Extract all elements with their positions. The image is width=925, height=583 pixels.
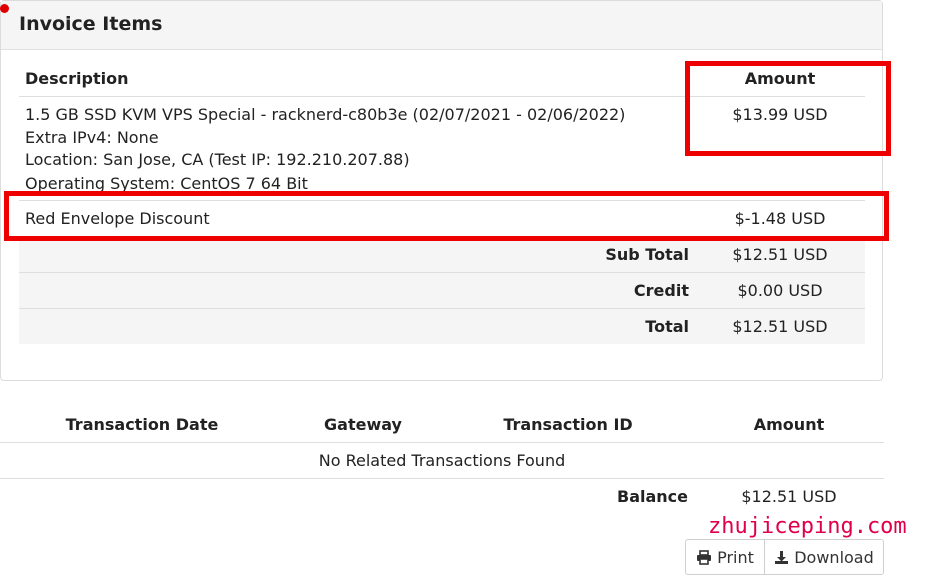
col-amount-header: Amount	[753, 415, 825, 434]
total-label: Total	[645, 317, 689, 336]
subtotal-value: $12.51 USD	[732, 245, 828, 264]
panel-heading: Invoice Items	[1, 1, 882, 50]
no-transactions-message: No Related Transactions Found	[318, 451, 566, 470]
balance-value: $12.51 USD	[741, 487, 837, 506]
highlight-box-discount	[4, 191, 889, 241]
highlight-box-amount	[685, 61, 891, 156]
action-buttons: Print Download	[685, 539, 884, 575]
total-value: $12.51 USD	[732, 317, 828, 336]
credit-value: $0.00 USD	[737, 281, 823, 300]
download-icon	[774, 550, 789, 565]
watermark: zhujiceping.com	[708, 514, 907, 539]
print-button[interactable]: Print	[686, 540, 764, 574]
panel-title: Invoice Items	[19, 13, 163, 35]
marker-dot	[0, 4, 9, 13]
item-description-line1: 1.5 GB SSD KVM VPS Special - racknerd-c8…	[25, 105, 626, 124]
item-description-line2: Extra IPv4: None	[25, 128, 159, 147]
subtotal-label: Sub Total	[605, 245, 689, 264]
col-gateway-header: Gateway	[324, 415, 402, 434]
item-description-line3: Location: San Jose, CA (Test IP: 192.210…	[25, 150, 410, 169]
credit-label: Credit	[633, 281, 689, 300]
print-label: Print	[717, 547, 754, 567]
divider	[0, 442, 884, 443]
col-description-header: Description	[25, 69, 129, 88]
printer-icon	[696, 549, 712, 565]
download-label: Download	[794, 547, 874, 567]
col-transaction-date-header: Transaction Date	[65, 415, 219, 434]
download-button[interactable]: Download	[764, 540, 883, 574]
balance-label: Balance	[617, 487, 688, 506]
col-transaction-id-header: Transaction ID	[503, 415, 633, 434]
divider	[0, 478, 884, 479]
